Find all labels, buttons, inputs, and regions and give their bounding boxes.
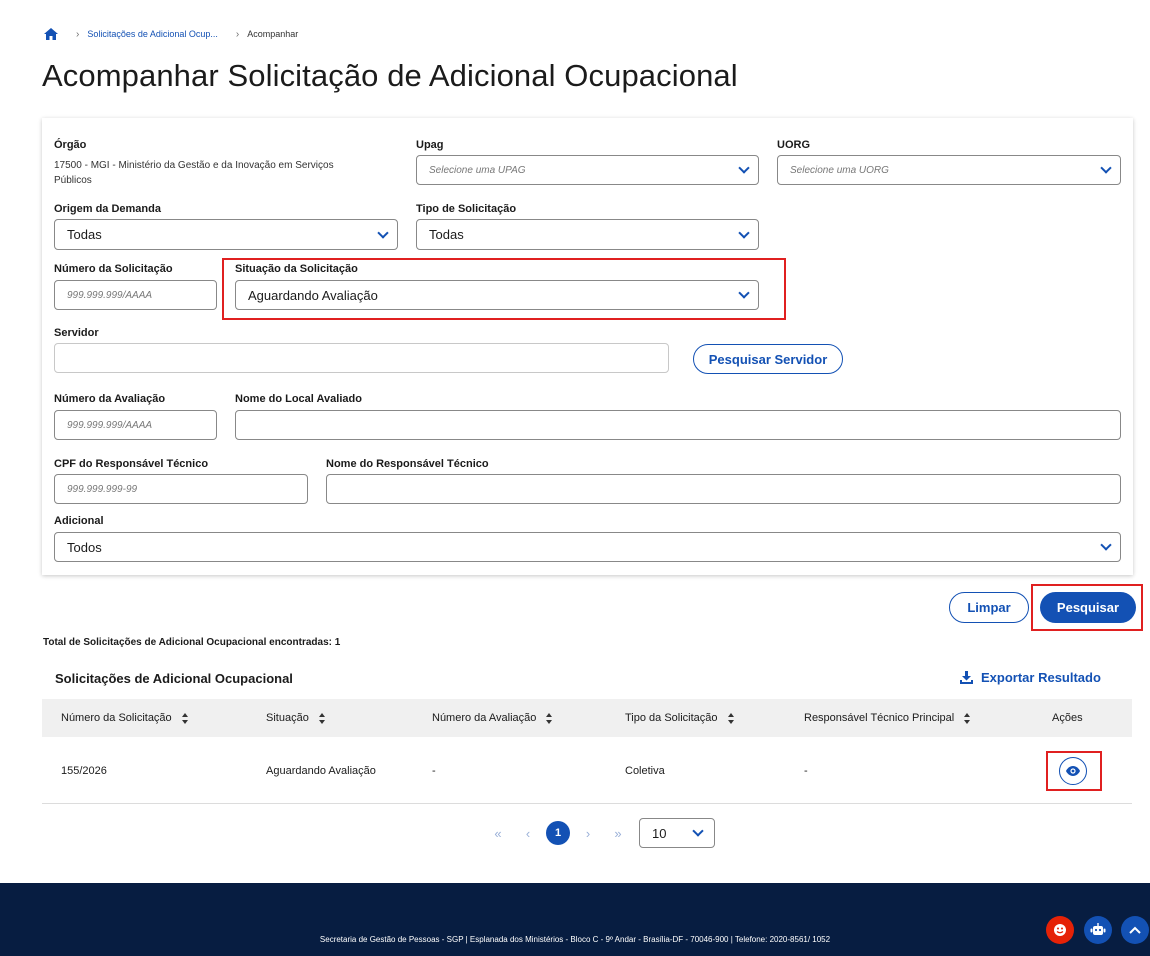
column-header-acoes: Ações	[1052, 712, 1083, 724]
numero-avaliacao-placeholder: 999.999.999/AAAA	[67, 419, 153, 431]
cell-situacao: Aguardando Avaliação	[266, 765, 376, 777]
breadcrumb-separator-icon: ›	[235, 28, 240, 40]
chevron-down-icon	[738, 226, 750, 239]
results-title: Solicitações de Adicional Ocupacional	[55, 671, 293, 686]
numero-solicitacao-label: Número da Solicitação	[54, 263, 173, 275]
chevron-down-icon	[692, 825, 704, 837]
last-page-button[interactable]: »	[603, 826, 633, 841]
pesquisar-servidor-button[interactable]: Pesquisar Servidor	[693, 344, 843, 374]
cell-numero: 155/2026	[61, 765, 107, 777]
adicional-label: Adicional	[54, 515, 104, 527]
sort-icon	[727, 712, 735, 724]
download-icon	[960, 671, 973, 684]
cpf-placeholder: 999.999.999-99	[67, 483, 138, 495]
footer-text: Secretaria de Gestão de Pessoas - SGP | …	[319, 935, 831, 944]
breadcrumb: › Solicitações de Adicional Ocup... › Ac…	[44, 26, 298, 42]
table-header: Número da Solicitação Situação Número da…	[42, 699, 1132, 737]
uorg-select[interactable]: Selecione uma UORG	[777, 155, 1121, 185]
view-button[interactable]	[1059, 757, 1087, 785]
upag-label: Upag	[416, 139, 444, 151]
numero-solicitacao-placeholder: 999.999.999/AAAA	[67, 289, 153, 301]
feedback-button[interactable]	[1046, 916, 1074, 944]
eye-icon	[1066, 766, 1080, 776]
robot-icon	[1090, 923, 1106, 935]
orgao-label: Órgão	[54, 139, 87, 151]
cell-avaliacao: -	[432, 765, 436, 777]
breadcrumb-link-solicitacoes[interactable]: Solicitações de Adicional Ocup...	[87, 29, 218, 39]
chevron-down-icon	[738, 162, 750, 174]
clear-button[interactable]: Limpar	[949, 592, 1029, 623]
smile-icon	[1054, 924, 1066, 936]
cell-tipo: Coletiva	[625, 765, 665, 777]
column-header-label: Responsável Técnico Principal	[804, 712, 955, 724]
column-header-avaliacao[interactable]: Número da Avaliação	[432, 712, 553, 724]
tipo-label: Tipo de Solicitação	[416, 203, 517, 215]
servidor-label: Servidor	[54, 327, 99, 339]
uorg-label: UORG	[777, 139, 810, 151]
breadcrumb-separator-icon: ›	[76, 28, 80, 40]
tipo-select[interactable]: Todas	[416, 219, 759, 250]
numero-solicitacao-input[interactable]: 999.999.999/AAAA	[54, 280, 217, 310]
chevron-down-icon	[377, 226, 389, 239]
export-label: Exportar Resultado	[981, 670, 1101, 685]
local-input[interactable]	[235, 410, 1121, 440]
prev-page-button[interactable]: ‹	[513, 826, 543, 841]
origem-label: Origem da Demanda	[54, 203, 161, 215]
origem-value: Todas	[67, 227, 102, 242]
column-header-responsavel[interactable]: Responsável Técnico Principal	[804, 712, 971, 724]
pagination: « ‹ 1 › » 10	[483, 818, 715, 848]
column-header-label: Tipo da Solicitação	[625, 712, 718, 724]
nome-responsavel-input[interactable]	[326, 474, 1121, 504]
search-button[interactable]: Pesquisar	[1040, 592, 1136, 623]
sort-icon	[964, 712, 971, 724]
numero-avaliacao-input[interactable]: 999.999.999/AAAA	[54, 410, 217, 440]
next-page-button[interactable]: ›	[573, 826, 603, 841]
local-label: Nome do Local Avaliado	[235, 393, 362, 405]
results-total: Total de Solicitações de Adicional Ocupa…	[43, 637, 341, 648]
origem-select[interactable]: Todas	[54, 219, 398, 250]
column-header-tipo[interactable]: Tipo da Solicitação	[625, 712, 735, 724]
sort-icon	[318, 712, 326, 724]
arrow-up-icon	[1129, 926, 1141, 934]
filter-card: Órgão 17500 - MGI - Ministério da Gestão…	[42, 118, 1133, 575]
page-title: Acompanhar Solicitação de Adicional Ocup…	[42, 58, 738, 93]
chevron-down-icon	[1100, 162, 1112, 174]
sort-icon	[546, 712, 553, 724]
export-button[interactable]: Exportar Resultado	[960, 670, 1101, 685]
current-page-button[interactable]: 1	[546, 821, 570, 845]
column-header-situacao[interactable]: Situação	[266, 712, 326, 724]
first-page-button[interactable]: «	[483, 826, 513, 841]
column-header-label: Número da Avaliação	[432, 712, 537, 724]
footer: Secretaria de Gestão de Pessoas - SGP | …	[0, 883, 1150, 956]
cpf-label: CPF do Responsável Técnico	[54, 458, 209, 470]
situacao-highlight	[222, 258, 786, 320]
cell-responsavel: -	[804, 765, 808, 777]
servidor-input[interactable]	[54, 343, 669, 373]
page-size-select[interactable]: 10	[639, 818, 715, 848]
page-size-value: 10	[652, 825, 667, 841]
home-icon[interactable]	[44, 28, 58, 40]
tipo-value: Todas	[429, 227, 464, 242]
nome-responsavel-label: Nome do Responsável Técnico	[326, 458, 489, 470]
column-header-label: Ações	[1052, 712, 1083, 724]
chevron-down-icon	[1100, 539, 1112, 551]
numero-avaliacao-label: Número da Avaliação	[54, 393, 166, 405]
column-header-label: Situação	[266, 712, 309, 724]
uorg-placeholder: Selecione uma UORG	[790, 164, 889, 176]
table-row: 155/2026 Aguardando Avaliação - Coletiva…	[42, 737, 1132, 804]
chatbot-button[interactable]	[1084, 916, 1112, 944]
column-header-label: Número da Solicitação	[61, 712, 172, 724]
adicional-select[interactable]: Todos	[54, 532, 1121, 562]
sort-icon	[181, 712, 189, 724]
column-header-numero[interactable]: Número da Solicitação	[61, 712, 189, 724]
upag-select[interactable]: Selecione uma UPAG	[416, 155, 759, 185]
orgao-value: 17500 - MGI - Ministério da Gestão e da …	[54, 160, 334, 186]
page: › Solicitações de Adicional Ocup... › Ac…	[0, 0, 1150, 956]
cpf-input[interactable]: 999.999.999-99	[54, 474, 308, 504]
scroll-top-button[interactable]	[1121, 916, 1149, 944]
adicional-value: Todos	[67, 539, 102, 555]
upag-placeholder: Selecione uma UPAG	[429, 164, 526, 176]
breadcrumb-current: Acompanhar	[247, 29, 299, 39]
